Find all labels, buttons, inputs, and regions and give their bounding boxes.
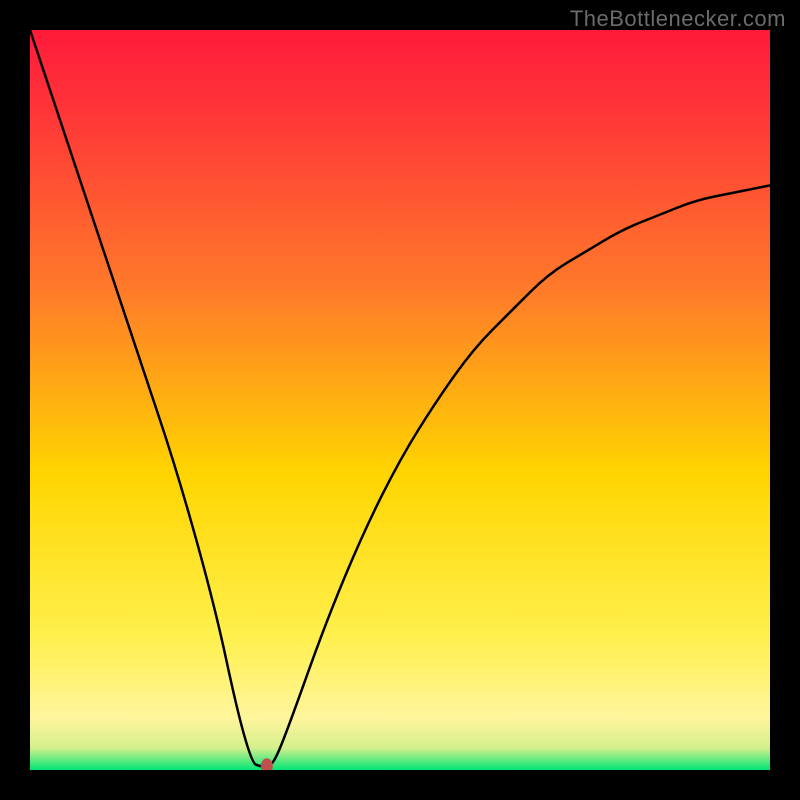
chart-plot-area xyxy=(30,30,770,770)
chart-svg xyxy=(30,30,770,770)
watermark-text: TheBottlenecker.com xyxy=(570,6,786,32)
gradient-background xyxy=(30,30,770,770)
chart-frame: TheBottlenecker.com xyxy=(0,0,800,800)
